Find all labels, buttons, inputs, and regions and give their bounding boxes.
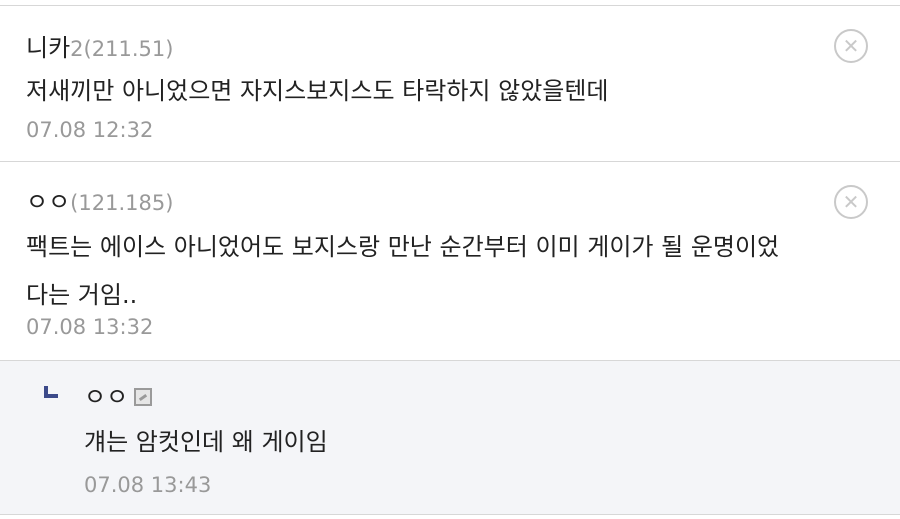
author-badge: 2 [70, 37, 84, 61]
comment-text-line: 다는 거임.. [26, 281, 138, 309]
comment-author[interactable]: ㅇㅇ(121.185) [26, 182, 173, 217]
comment-item: 니카2(211.51) ✕ 저새끼만 아니었으면 자지스보지스도 타락하지 않았… [0, 6, 900, 160]
reply-item: ㅇㅇ 걔는 암컷인데 왜 게이임 07.08 13:43 [0, 360, 900, 515]
image-icon[interactable] [134, 388, 153, 406]
author-nick[interactable]: ㅇㅇ [26, 188, 70, 216]
comment-text-line: 팩트는 에이스 아니었어도 보지스랑 만난 순간부터 이미 게이가 될 운명이었 [26, 233, 780, 261]
comment-text: 팩트는 에이스 아니었어도 보지스랑 만난 순간부터 이미 게이가 될 운명이었… [26, 223, 880, 319]
comment-author[interactable]: 니카2(211.51) [26, 28, 173, 63]
close-circle-icon: ✕ [842, 190, 860, 214]
author-nick[interactable]: ㅇㅇ [84, 383, 128, 411]
author-ip: (211.51) [83, 37, 174, 61]
comment-item: ㅇㅇ(121.185) ✕ 팩트는 에이스 아니었어도 보지스랑 만난 순간부터… [0, 161, 900, 359]
comment-date: 07.08 12:32 [26, 118, 154, 142]
delete-comment-button[interactable]: ✕ [834, 29, 868, 63]
author-nick[interactable]: 니카 [26, 34, 70, 62]
comment-date: 07.08 13:32 [26, 315, 154, 339]
comment-text: 저새끼만 아니었으면 자지스보지스도 타락하지 않았을텐데 [26, 77, 609, 105]
close-circle-icon: ✕ [842, 34, 860, 58]
author-ip: (121.185) [70, 191, 174, 215]
reply-date: 07.08 13:43 [84, 473, 212, 497]
reply-arrow-icon [44, 386, 58, 398]
delete-comment-button[interactable]: ✕ [834, 185, 868, 219]
reply-author[interactable]: ㅇㅇ [84, 377, 153, 412]
reply-text: 걔는 암컷인데 왜 게이임 [84, 428, 328, 456]
